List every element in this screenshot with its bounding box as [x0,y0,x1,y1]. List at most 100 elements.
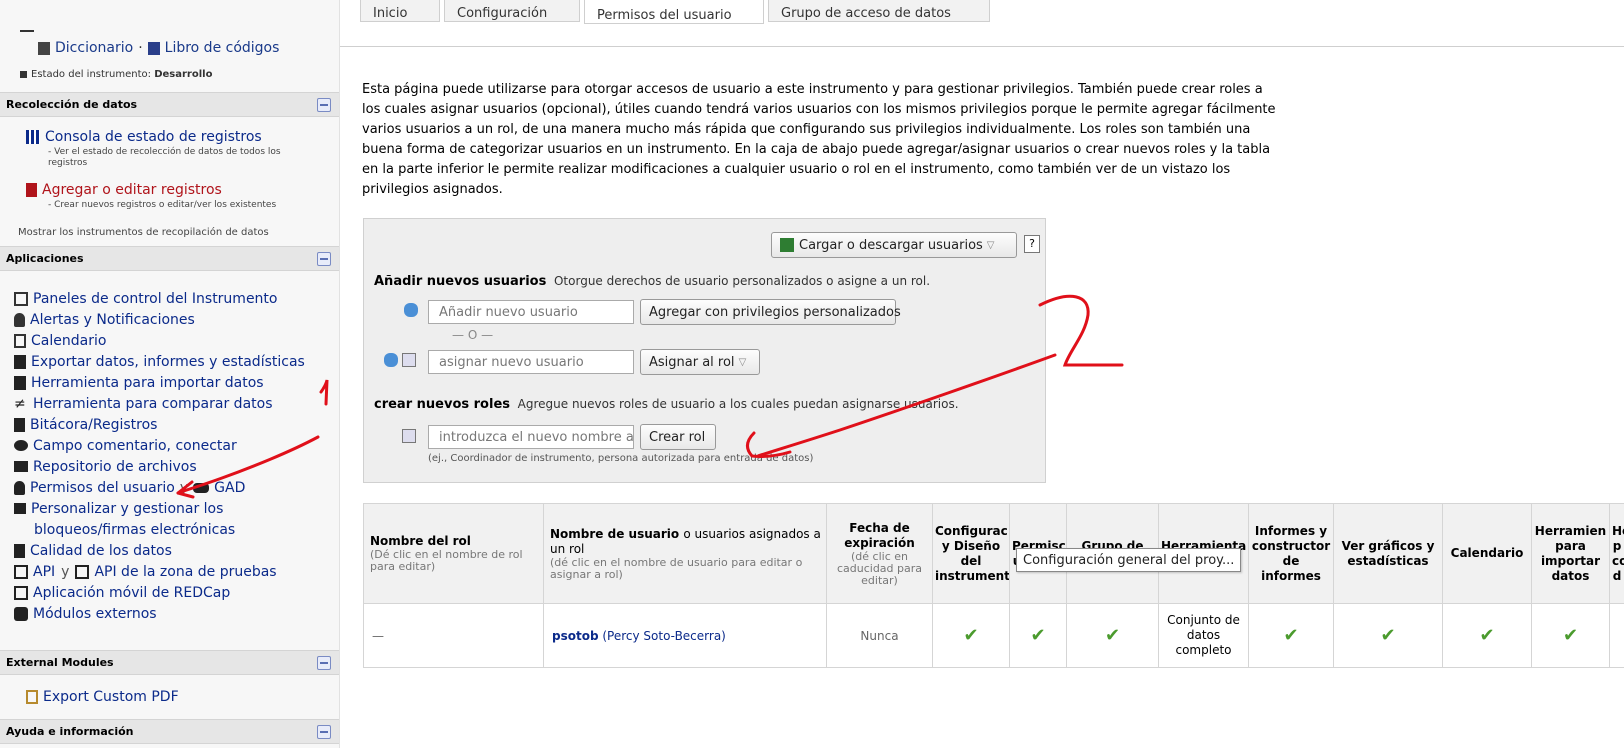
cube-icon [14,606,28,621]
check-icon: ✔ [1479,625,1495,646]
add-user-input[interactable]: Añadir nuevo usuario [428,300,634,324]
mobile-app-label: Aplicación móvil de REDCap [33,584,231,601]
annotation-number-two [1038,294,1124,367]
dictionary-link[interactable]: Diccionario [55,40,133,56]
locking-link-2[interactable]: bloqueos/firmas electrónicas [14,519,334,540]
clipboard-check-icon [14,543,25,558]
app-comments[interactable]: Campo comentario, conectar [14,435,334,456]
record-status-desc: - Ver el estado de recolección de datos … [48,147,281,168]
assign-user-input[interactable]: asignar nuevo usuario [428,350,634,374]
header-username: Nombre de usuario o usuarios asignados a… [543,503,827,604]
collapse-icon[interactable] [317,251,331,266]
app-export[interactable]: Exportar datos, informes y estadísticas [14,351,334,372]
app-dashboards[interactable]: Paneles de control del Instrumento [14,288,334,309]
app-label: Alertas y Notificaciones [30,311,195,328]
api-playground-icon [75,564,90,579]
tab-setup[interactable]: Configuración [444,0,580,22]
check-icon: ✔ [963,625,979,646]
app-file-repository[interactable]: Repositorio de archivos [14,456,334,477]
create-role-button[interactable]: Crear rol [640,424,716,450]
app-logging[interactable]: Bitácora/Registros [14,414,334,435]
table-row: — psotob (Percy Soto-Becerra) Nunca ✔ ✔ … [363,603,1624,668]
tooltip: Configuración general del proy... [1016,548,1242,572]
header-text: Nombre del rol [370,534,471,548]
help-button[interactable]: ? [1024,235,1040,253]
tab-label: Permisos del usuario [597,8,732,23]
dropdown-arrow-icon: ▽ [986,239,995,251]
app-compare[interactable]: ≠ Herramienta para comparar datos [14,393,334,414]
external-modules-link[interactable]: Módulos externos [14,603,334,624]
cell-compare-tool [1609,603,1624,668]
dag-link[interactable]: GAD [214,480,245,496]
app-label: Campo comentario, conectar [33,437,237,454]
excel-icon [780,238,794,252]
add-user-icon [404,303,418,317]
check-icon: ✔ [1104,625,1121,646]
header-text: Fecha de expiración [844,520,915,550]
section-help[interactable]: Ayuda e información [0,719,339,744]
app-calendar[interactable]: Calendario [14,330,334,351]
tablet-icon [14,585,28,600]
assign-label: Asignar al rol [649,354,735,370]
record-status-link[interactable]: Consola de estado de registros [20,126,262,148]
section-data-collection[interactable]: Recolección de datos [0,92,339,117]
header-calendar: Calendario [1442,503,1532,604]
intro-text: Esta página puede utilizarse para otorga… [362,82,1276,197]
header-role-name: Nombre del rol (Dé clic en el nombre de … [363,503,544,604]
menu-icon[interactable] [20,30,34,32]
applications-list: Paneles de control del Instrumento Alert… [14,288,334,624]
export-pdf-link[interactable]: Export Custom PDF [20,686,179,708]
section-applications[interactable]: Aplicaciones [0,246,339,271]
upload-download-users-button[interactable]: Cargar o descargar usuarios ▽ [771,232,1017,258]
cell-dag: ✔ [1066,603,1159,668]
api-row: API y API de la zona de pruebas [14,561,334,582]
collapse-icon[interactable] [317,97,331,112]
header-compare-tool: Herr p com d [1609,503,1624,604]
codebook-link[interactable]: Libro de códigos [165,40,280,56]
export-pdf-label: Export Custom PDF [43,689,179,705]
mobile-app-link[interactable]: Aplicación móvil de REDCap [14,582,334,603]
user-rights-link[interactable]: Permisos del usuario [30,480,175,496]
folder-icon [14,461,28,472]
new-role-icon [402,429,416,443]
collapse-icon[interactable] [317,724,331,739]
cell-expiration[interactable]: Nunca [826,603,933,668]
add-edit-records-link[interactable]: Agregar o editar registros [20,179,222,201]
record-status-label: Consola de estado de registros [45,129,262,145]
cell-calendar: ✔ [1442,603,1532,668]
data-quality-link[interactable]: Calidad de los datos [14,540,334,561]
username-link[interactable]: psotob [552,629,599,643]
user-icon [14,480,25,495]
create-roles-heading: crear nuevos roles Agregue nuevos roles … [374,397,959,412]
create-roles-title: crear nuevos roles [374,397,510,412]
app-import[interactable]: Herramienta para importar datos [14,372,334,393]
api-playground-link[interactable]: API de la zona de pruebas [94,564,276,580]
locking-link[interactable]: Personalizar y gestionar los [14,498,334,519]
tab-home[interactable]: Inicio [360,0,440,22]
import-icon [14,375,26,390]
header-reports: Informes y constructor de informes [1248,503,1334,604]
tab-label: Grupo de acceso de datos [781,6,951,21]
add-with-custom-rights-button[interactable]: Agregar con privilegios personalizados [640,299,901,325]
status-label: Estado del instrumento: [31,69,152,80]
assign-to-role-button[interactable]: Asignar al rol ▽ [640,349,760,375]
new-role-input[interactable]: introduzca el nuevo nombre a [428,425,634,449]
user-fullname[interactable]: (Percy Soto-Becerra) [602,629,725,643]
section-title: Aplicaciones [6,252,84,265]
cell-export-tool: Conjunto de datos completo [1158,603,1249,668]
tab-dag[interactable]: Grupo de acceso de datos [768,0,990,22]
collapse-icon[interactable] [317,655,331,670]
user-management-box: Cargar o descargar usuarios ▽ ? Añadir n… [363,218,1046,483]
cell-username: psotob (Percy Soto-Becerra) [543,603,827,668]
tab-user-rights[interactable]: Permisos del usuario [584,0,764,24]
comments-icon [14,440,28,451]
cell-reports: ✔ [1248,603,1334,668]
status-square-icon [20,71,27,78]
add-edit-desc: - Crear nuevos registros o editar/ver lo… [48,200,277,210]
file-edit-icon [26,183,37,197]
section-external-modules[interactable]: External Modules [0,650,339,675]
api-link[interactable]: API [33,564,55,580]
add-users-desc: Otorgue derechos de usuario personalizad… [553,274,931,288]
show-instruments-link[interactable]: Mostrar los instrumentos de recopilación… [18,227,269,238]
app-alerts[interactable]: Alertas y Notificaciones [14,309,334,330]
